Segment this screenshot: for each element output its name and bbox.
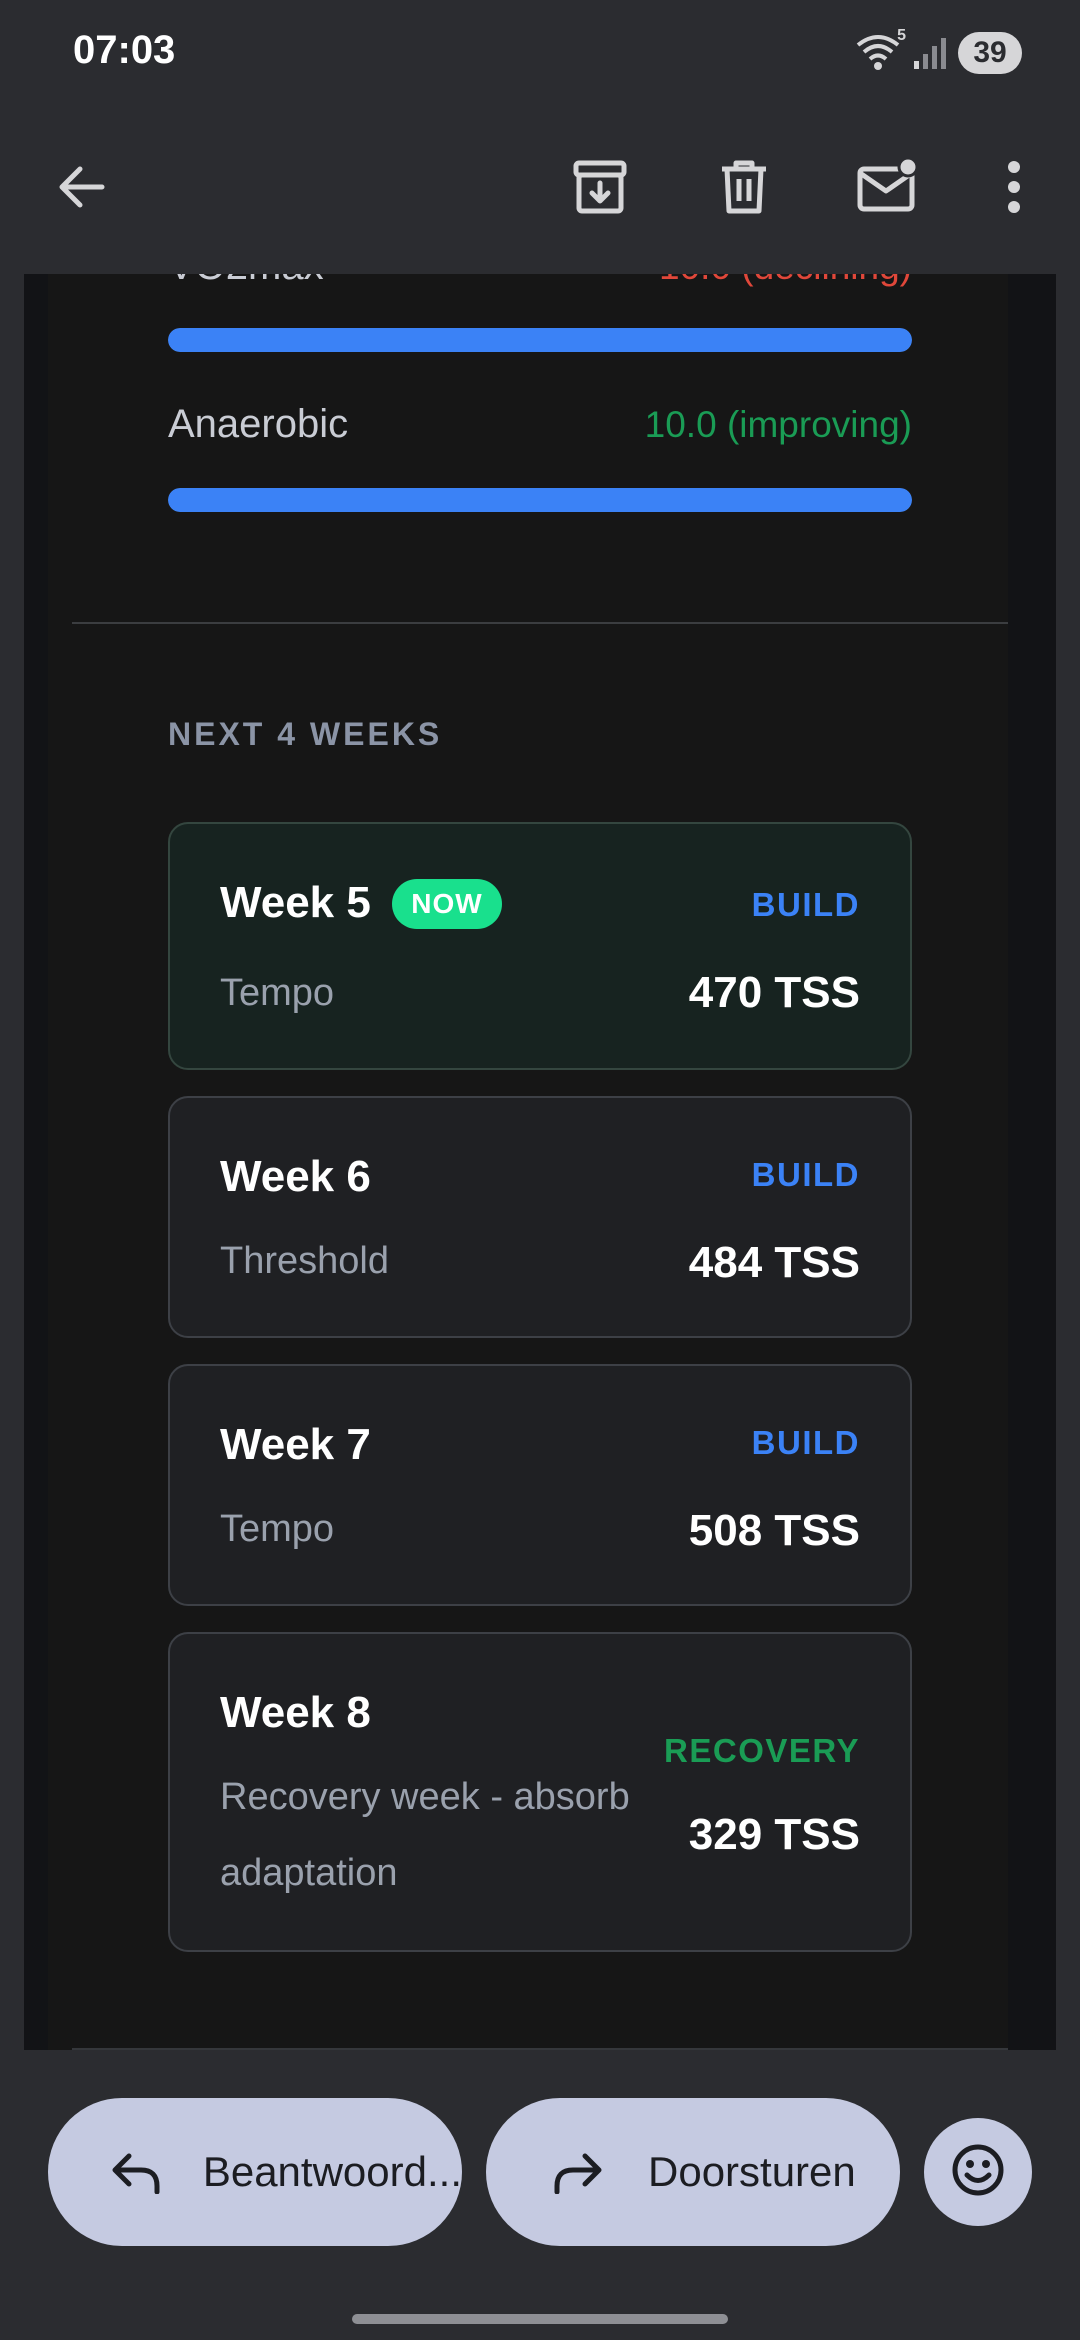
now-badge: NOW: [392, 879, 502, 929]
anaerobic-value: 10.0 (improving): [644, 404, 912, 445]
emoji-icon: [950, 2142, 1006, 2203]
anaerobic-zone: Anaerobic 10.0 (improving): [168, 398, 912, 518]
trash-icon: [716, 157, 772, 222]
phase-label: BUILD: [751, 1156, 860, 1193]
status-icons-front: 5 39: [854, 27, 1022, 76]
email-screen: 07:03 5 39 Anaerobic 10.0 (improving) NE…: [0, 0, 1080, 2340]
workout-line-2: adaptation: [220, 1852, 398, 1894]
tss-value: 470 TSS: [688, 968, 860, 1017]
more-vert-icon: [1006, 159, 1022, 220]
forward-button[interactable]: Doorsturen: [486, 2098, 900, 2246]
reply-label: Beantwoord...: [202, 2148, 462, 2195]
tss-value: 508 TSS: [688, 1506, 860, 1555]
workout-type: Threshold: [220, 1240, 389, 1282]
delete-button[interactable]: [694, 139, 794, 239]
workout-type: Tempo: [220, 972, 335, 1014]
section-divider: [72, 622, 1008, 624]
wifi-icon: 5: [854, 27, 906, 73]
forward-icon: [548, 2142, 608, 2202]
archive-button[interactable]: [550, 139, 650, 239]
archive-icon: [570, 157, 630, 222]
app-bar-front: [0, 104, 1080, 274]
more-options-button[interactable]: [964, 139, 1064, 239]
week-title: Week 6: [220, 1152, 371, 1201]
vo2max-bar-fill: [168, 328, 912, 352]
wifi-badge: 5: [897, 27, 906, 44]
back-arrow-icon: [54, 159, 110, 220]
mark-unread-icon: [856, 156, 920, 222]
tss-value: 329 TSS: [688, 1810, 860, 1859]
status-bar-front: 07:03 5 39: [0, 0, 1080, 104]
week-card-5: Week 5 NOW BUILD Tempo 470 TSS: [168, 822, 912, 1070]
week-card-8: Week 8 RECOVERY Recovery week - absorb a…: [168, 1632, 912, 1952]
week-title: Week 7: [220, 1420, 371, 1469]
anaerobic-bar-fill: [168, 488, 912, 512]
home-indicator[interactable]: [352, 2314, 728, 2324]
reply-button[interactable]: Beantwoord...: [48, 2098, 462, 2246]
phase-label: BUILD: [751, 886, 860, 923]
tss-value: 484 TSS: [688, 1238, 860, 1287]
phase-label: BUILD: [751, 1424, 860, 1461]
week-title: Week 5: [220, 878, 371, 927]
phase-label: RECOVERY: [664, 1732, 860, 1769]
week-card-6: Week 6 BUILD Threshold 484 TSS: [168, 1096, 912, 1338]
mark-unread-button[interactable]: [838, 139, 938, 239]
back-button[interactable]: [32, 139, 132, 239]
anaerobic-label: Anaerobic: [168, 402, 349, 446]
week-card-7: Week 7 BUILD Tempo 508 TSS: [168, 1364, 912, 1606]
battery-icon: 39: [958, 32, 1022, 74]
reply-icon: [110, 2142, 163, 2202]
week-title: Week 8: [220, 1688, 371, 1737]
anaerobic-bar: [168, 488, 912, 512]
signal-icon: [912, 35, 948, 71]
workout-line-1: Recovery week - absorb: [220, 1776, 630, 1818]
emoji-reaction-button[interactable]: [924, 2118, 1032, 2226]
forward-label: Doorsturen: [648, 2148, 856, 2195]
action-bar: Beantwoord... Doorsturen: [0, 2050, 1080, 2340]
vo2max-bar: [168, 328, 912, 352]
workout-type: Tempo: [220, 1508, 335, 1550]
status-time-front: 07:03: [73, 28, 176, 72]
next-weeks-heading: NEXT 4 WEEKS: [168, 716, 443, 752]
